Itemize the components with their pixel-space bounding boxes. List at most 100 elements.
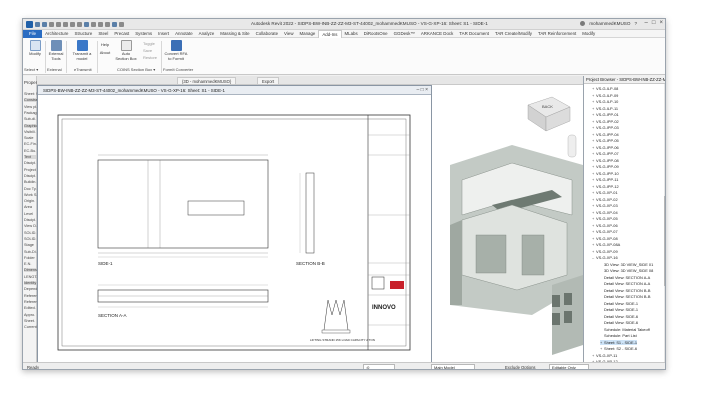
section-icon[interactable]	[91, 21, 96, 27]
sheet-restore-button[interactable]: □	[421, 87, 424, 93]
tree-item[interactable]: + VS-G-XP-05	[592, 216, 618, 221]
convert-rfa-button[interactable]: Convert RFA to Formit	[164, 40, 188, 61]
3d-view-icon[interactable]	[84, 21, 89, 27]
external-tools-button[interactable]: External Tools	[46, 40, 66, 61]
tab-export[interactable]: Export	[257, 77, 280, 84]
tab-file[interactable]: File	[23, 29, 43, 38]
redo-icon[interactable]	[56, 21, 61, 27]
property-row[interactable]: Visibili.	[24, 130, 36, 134]
tab-steel[interactable]: Steel	[95, 30, 111, 38]
model-selector[interactable]: Main Model	[431, 364, 475, 369]
close-hidden-icon[interactable]	[105, 21, 110, 27]
sheet-minimize-button[interactable]: –	[416, 87, 419, 93]
open-icon[interactable]	[35, 21, 40, 27]
tree-item[interactable]: Detail View: SECTION B-B	[600, 288, 650, 293]
tree-item[interactable]: 3D View: 3D VIEW_SIDE 08	[600, 268, 653, 273]
property-row[interactable]: Constraints	[24, 98, 43, 103]
property-row[interactable]: Area	[24, 205, 32, 209]
user-icon[interactable]	[580, 21, 586, 26]
tree-item[interactable]: + VS-G-IPP-05	[592, 138, 619, 143]
user-name[interactable]: mohammedKMUSO	[589, 21, 630, 26]
tree-item[interactable]: + VS-G-IPP-06	[592, 145, 619, 150]
minimize-button[interactable]: –	[645, 20, 648, 26]
tab-analyze[interactable]: Analyze	[196, 30, 218, 38]
tree-item[interactable]: + VS-G-IPP-11	[592, 177, 618, 182]
property-row[interactable]: Discipl.	[24, 161, 36, 165]
save-icon[interactable]	[42, 21, 47, 27]
tree-item[interactable]: + VS-G-XP-02	[592, 197, 618, 202]
tab-tar-reinforcement[interactable]: TAR Reinforcement	[535, 30, 579, 38]
tree-item[interactable]: + VS-G-IPP-08	[592, 158, 619, 163]
property-row[interactable]: Sub-Di.	[24, 250, 37, 254]
property-row[interactable]: Sub-di.	[24, 117, 36, 121]
tree-item[interactable]: + VS-G-ILP-08	[592, 86, 618, 91]
tree-item[interactable]: + VS-G-IPP-03	[592, 125, 619, 130]
tree-item[interactable]: + VS-G-XP-11	[592, 353, 617, 358]
tree-item[interactable]: Detail View: SIDE-6	[600, 320, 638, 325]
tree-item[interactable]: + VS-G-IPP-02	[592, 119, 619, 124]
tree-item[interactable]: + VS-G-IPP-04	[592, 132, 619, 137]
tab-precast[interactable]: Precast	[111, 30, 132, 38]
drawing-sheet[interactable]: SIDE-1 SECTION A-A SECTION B-B LIFTING S…	[38, 95, 433, 368]
close-button[interactable]: ×	[659, 20, 663, 26]
customize-qat-icon[interactable]	[119, 21, 124, 27]
switch-windows-icon[interactable]	[112, 21, 117, 27]
property-row[interactable]: Text	[24, 155, 36, 159]
property-row[interactable]: EC-Fin.	[24, 142, 37, 146]
tab-mlabs[interactable]: MLabs	[342, 30, 361, 38]
tree-item[interactable]: – VS-G-XP-16	[592, 255, 618, 260]
property-row[interactable]: EC-Bu.	[24, 149, 36, 153]
tree-item[interactable]: + VS-G-XP-03	[592, 203, 618, 208]
property-row[interactable]: SOLID.	[24, 237, 36, 241]
property-row[interactable]: Doc Ty.	[24, 187, 37, 191]
tab-tar-document[interactable]: TAR Document	[456, 30, 492, 38]
tree-item[interactable]: + VS-G-IPP-07	[592, 151, 619, 156]
3d-view-canvas[interactable]: BACK	[432, 85, 583, 367]
tab-tar-create-modify[interactable]: TAR Create/Modify	[492, 30, 535, 38]
tree-item[interactable]: Detail View: SIDE-1	[600, 301, 638, 306]
property-row[interactable]: View pl.	[24, 105, 37, 109]
tab-manage[interactable]: Manage	[296, 30, 318, 38]
save-section-button[interactable]: Save	[143, 48, 152, 53]
editable-only[interactable]: Editable Only	[549, 364, 589, 369]
property-row[interactable]: View D.	[24, 224, 37, 228]
property-row[interactable]: Buildin.	[24, 180, 36, 184]
thin-lines-icon[interactable]	[98, 21, 103, 27]
measure-icon[interactable]	[70, 21, 75, 27]
tab-view[interactable]: View	[281, 30, 296, 38]
property-row[interactable]: Current	[24, 325, 37, 329]
tree-item[interactable]: + VS-G-IPP-10	[592, 171, 619, 176]
tab-systems[interactable]: Systems	[132, 30, 155, 38]
toggle-button[interactable]: Toggle	[143, 41, 155, 46]
help-button[interactable]: Help	[98, 42, 112, 48]
browser-scroll-thumb[interactable]	[664, 196, 665, 286]
revit-logo-icon[interactable]	[26, 20, 33, 28]
tab-add-ins[interactable]: Add-Ins	[318, 29, 342, 38]
about-button[interactable]: About	[98, 50, 112, 56]
tree-item[interactable]: + VS-G-XP-07	[592, 229, 618, 234]
property-row[interactable]: Origin.	[24, 199, 35, 203]
help-icon[interactable]: ?	[634, 21, 637, 26]
maximize-button[interactable]: □	[652, 20, 656, 26]
tree-item[interactable]: + VS-G-XP-06	[592, 223, 618, 228]
tree-item[interactable]: Detail View: SECTION B-B	[600, 294, 650, 299]
tree-item[interactable]: + VS-G-ILP-09	[592, 93, 618, 98]
exclude-options[interactable]: Exclude Options	[505, 365, 536, 369]
property-row[interactable]: E.N.	[24, 262, 31, 266]
text-icon[interactable]	[77, 21, 82, 27]
property-row[interactable]: Discipl.	[24, 218, 36, 222]
group-select[interactable]: Select ▾	[24, 67, 38, 72]
print-icon[interactable]	[63, 21, 68, 27]
tree-item[interactable]: + VS-G-XP-08A	[592, 242, 620, 247]
property-row[interactable]: Sheet.	[24, 319, 35, 323]
3d-model[interactable]: BACK	[432, 85, 583, 367]
auto-section-box-button[interactable]: Auto Section Box	[115, 40, 137, 61]
property-row[interactable]: Appro.	[24, 313, 35, 317]
tree-item[interactable]: + VS-G-ILP-11	[592, 106, 618, 111]
tree-item[interactable]: 3D View: 3D VIEW_SIDE 01	[600, 262, 653, 267]
property-row[interactable]: SOLID.	[24, 231, 36, 235]
undo-icon[interactable]	[49, 21, 54, 27]
property-row[interactable]: Scale	[24, 136, 34, 140]
property-row[interactable]: Stage	[24, 243, 34, 247]
property-row[interactable]: Edited.	[24, 306, 36, 310]
